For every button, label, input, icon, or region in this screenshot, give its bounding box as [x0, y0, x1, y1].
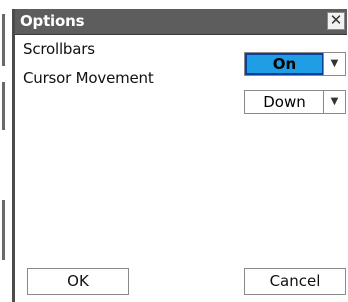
edge-mark: [2, 200, 5, 260]
calculator-screen: Options ✕ Scrollbars On ▼ Cursor Movemen…: [0, 0, 348, 302]
scrollbars-select[interactable]: On ▼: [244, 52, 346, 76]
cursor-movement-value: Down: [263, 93, 306, 111]
scrollbars-value: On: [245, 53, 324, 75]
background-edge: [0, 0, 8, 302]
close-icon[interactable]: ✕: [327, 12, 345, 30]
edge-mark: [2, 82, 5, 130]
cursor-movement-select[interactable]: Down ▼: [244, 90, 346, 114]
scrollbars-label: Scrollbars: [23, 40, 95, 58]
dialog-title: Options: [20, 12, 85, 30]
options-dialog: Options ✕ Scrollbars On ▼ Cursor Movemen…: [12, 9, 347, 302]
triangle-down-icon[interactable]: ▼: [323, 91, 345, 113]
triangle-down-icon[interactable]: ▼: [323, 53, 345, 75]
dialog-titlebar: Options ✕: [15, 9, 347, 35]
cursor-movement-label: Cursor Movement: [23, 69, 154, 87]
edge-mark: [2, 14, 5, 66]
cancel-button[interactable]: Cancel: [244, 268, 346, 295]
ok-button[interactable]: OK: [27, 268, 129, 295]
